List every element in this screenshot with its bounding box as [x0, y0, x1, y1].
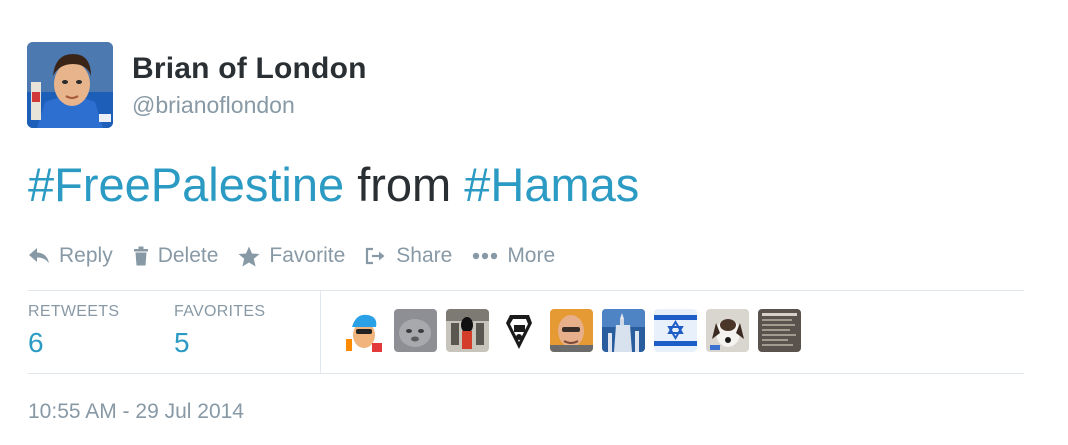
tweet-actions: Reply Delete Favorite Share More	[28, 240, 575, 272]
more-label: More	[507, 244, 556, 267]
reply-button[interactable]: Reply	[28, 244, 113, 268]
favorites-label: FAVORITES	[174, 303, 266, 320]
favorites-count: 5	[174, 327, 190, 358]
user-avatar[interactable]	[27, 42, 113, 128]
reply-icon	[29, 248, 49, 263]
star-icon	[238, 246, 260, 266]
favorites-stat[interactable]: FAVORITES 5	[174, 303, 265, 359]
hashtag-link[interactable]: #Hamas	[464, 158, 639, 211]
retweets-label: RETWEETS	[28, 303, 120, 320]
tweet-text: #FreePalestine from #Hamas	[28, 155, 639, 215]
reply-label: Reply	[59, 244, 113, 267]
stats-divider-top	[28, 290, 1024, 291]
retweets-count: 6	[28, 327, 44, 358]
avatar-guard-icon[interactable]	[446, 309, 489, 352]
avatar-bald-man-icon[interactable]	[550, 309, 593, 352]
avatar-emblem-icon[interactable]	[498, 309, 541, 352]
avatar-illustration-icon	[27, 42, 113, 128]
avatar-cat-icon[interactable]	[394, 309, 437, 352]
username-handle[interactable]: @brianoflondon	[132, 92, 295, 119]
delete-button[interactable]: Delete	[133, 244, 219, 268]
share-label: Share	[396, 244, 453, 267]
delete-label: Delete	[157, 244, 219, 267]
share-button[interactable]: Share	[365, 244, 452, 268]
tweet-timestamp[interactable]: 10:55 AM - 29 Jul 2014	[28, 400, 244, 424]
avatar-cartoon-blue-hair-icon[interactable]	[342, 309, 385, 352]
avatar-statue-liberty-icon[interactable]	[602, 309, 645, 352]
more-button[interactable]: More	[472, 244, 555, 268]
hashtag-link[interactable]: #FreePalestine	[28, 158, 344, 211]
display-name[interactable]: Brian of London	[132, 52, 367, 86]
favorite-label: Favorite	[269, 244, 346, 267]
share-icon	[366, 247, 385, 265]
avatar-text-card-icon[interactable]	[758, 309, 801, 352]
avatar-dog-icon[interactable]	[706, 309, 749, 352]
stats-divider-vertical	[320, 291, 321, 373]
stats-divider-bottom	[28, 373, 1024, 374]
trash-icon	[133, 246, 148, 266]
avatar-israel-flag-icon[interactable]	[654, 309, 697, 352]
retweets-stat[interactable]: RETWEETS 6	[28, 303, 119, 359]
tweet-card: Brian of London @brianoflondon #FreePale…	[0, 0, 1068, 445]
favorite-button[interactable]: Favorite	[238, 244, 345, 268]
favoriter-avatars	[342, 309, 801, 352]
ellipsis-icon	[473, 252, 498, 260]
tweet-text-segment: from	[344, 158, 465, 211]
